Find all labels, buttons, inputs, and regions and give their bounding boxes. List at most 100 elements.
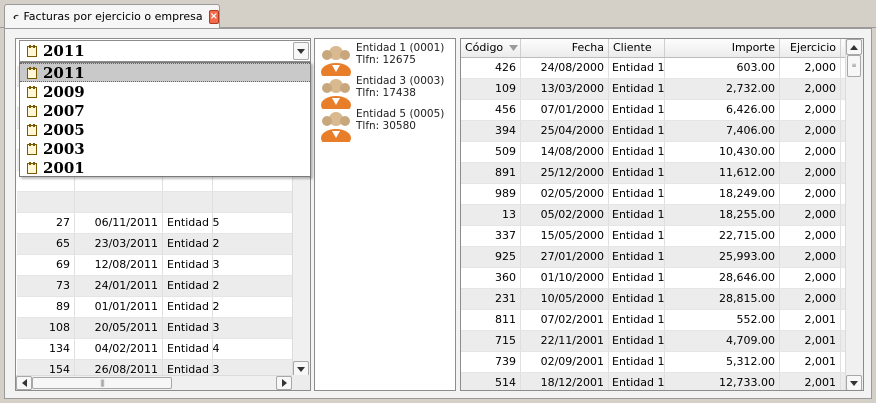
table-cell: 25,993.00 xyxy=(665,247,780,267)
year-icon xyxy=(27,45,37,57)
table-cell: 509 xyxy=(461,142,521,162)
table-row[interactable]: 65 23/03/2011 Entidad 2 xyxy=(17,234,292,255)
table-cell: 2,732.00 xyxy=(665,79,780,99)
table-cell: Entidad 1 xyxy=(609,352,665,372)
year-option[interactable]: 2007 xyxy=(20,101,310,120)
table-cell: 925 xyxy=(461,247,521,267)
table-row[interactable]: 456 07/01/2000 Entidad 1 6,426.00 2,000 xyxy=(461,100,845,121)
scroll-corner xyxy=(292,375,310,390)
table-row[interactable]: 514 18/12/2001 Entidad 1 12,733.00 2,001 xyxy=(461,373,845,390)
table-cell: 18,255.00 xyxy=(665,205,780,225)
table-cell: 25/12/2000 xyxy=(521,163,609,183)
table-cell: 2,001 xyxy=(780,352,841,372)
year-option[interactable]: 2001 xyxy=(20,158,310,177)
table-row[interactable]: 337 15/05/2000 Entidad 1 22,715.00 2,000 xyxy=(461,226,845,247)
chevron-up-icon xyxy=(850,44,858,50)
client-phone: Tlfn: 30580 xyxy=(356,120,416,132)
table-cell: 2,000 xyxy=(780,100,841,120)
table-row[interactable]: 73 24/01/2011 Entidad 2 xyxy=(17,276,292,297)
column-header-codigo[interactable]: Código xyxy=(461,39,521,57)
vertical-scroll-thumb[interactable]: ≡ xyxy=(847,55,861,77)
table-row[interactable]: 426 24/08/2000 Entidad 1 603.00 2,000 xyxy=(461,58,845,79)
table-row[interactable]: 231 10/05/2000 Entidad 1 28,815.00 2,000 xyxy=(461,289,845,310)
scroll-up-button[interactable] xyxy=(846,39,862,55)
tab-title: Facturas por ejercicio o empresa xyxy=(23,10,203,23)
client-item[interactable]: Entidad 3 (0003) Tlfn: 17438 xyxy=(319,75,444,109)
table-cell: 22,715.00 xyxy=(665,226,780,246)
chevron-right-icon xyxy=(281,379,287,387)
table-cell: 2,000 xyxy=(780,121,841,141)
table-cell: 552.00 xyxy=(665,310,780,330)
table-row[interactable]: 69 12/08/2011 Entidad 3 xyxy=(17,255,292,276)
table-cell: 715 xyxy=(461,331,521,351)
table-cell: 02/09/2001 xyxy=(521,352,609,372)
table-cell: 24/08/2000 xyxy=(521,58,609,78)
table-row[interactable]: 394 25/04/2000 Entidad 1 7,406.00 2,000 xyxy=(461,121,845,142)
client-name: Entidad 5 (0005) xyxy=(356,108,445,120)
table-cell: Entidad 1 xyxy=(609,100,665,120)
column-header-cliente[interactable]: Cliente xyxy=(609,39,665,57)
client-item[interactable]: Entidad 1 (0001) Tlfn: 12675 xyxy=(319,42,444,76)
table-cell: 2,000 xyxy=(780,163,841,183)
table-row[interactable]: 989 02/05/2000 Entidad 1 18,249.00 2,000 xyxy=(461,184,845,205)
table-row[interactable]: 108 20/05/2011 Entidad 3 xyxy=(17,318,292,339)
horizontal-scroll-thumb[interactable]: ||| xyxy=(32,377,172,389)
sort-descending-icon xyxy=(509,45,519,51)
table-row[interactable]: 134 04/02/2011 Entidad 4 xyxy=(17,339,292,360)
table-cell: 2,000 xyxy=(780,268,841,288)
table-cell: 28,815.00 xyxy=(665,289,780,309)
year-option[interactable]: 2009 xyxy=(20,82,310,101)
app-icon xyxy=(13,14,20,19)
client-name: Entidad 3 (0003) xyxy=(356,75,445,87)
table-cell: 2,000 xyxy=(780,289,841,309)
combo-dropdown-button[interactable] xyxy=(293,42,309,60)
table-row[interactable]: 89 01/01/2011 Entidad 2 xyxy=(17,297,292,318)
table-cell: 4,709.00 xyxy=(665,331,780,351)
client-phone: Tlfn: 12675 xyxy=(356,54,416,66)
table-cell: 11,612.00 xyxy=(665,163,780,183)
table-cell: 394 xyxy=(461,121,521,141)
close-icon[interactable]: × xyxy=(208,9,219,24)
table-row[interactable]: 891 25/12/2000 Entidad 1 11,612.00 2,000 xyxy=(461,163,845,184)
table-row[interactable]: 739 02/09/2001 Entidad 1 5,312.00 2,001 xyxy=(461,352,845,373)
year-combo[interactable]: 2011 xyxy=(19,40,311,62)
table-cell: Entidad 1 xyxy=(609,247,665,267)
year-option[interactable]: 2005 xyxy=(20,120,310,139)
year-combo-value: 2011 xyxy=(43,42,85,60)
year-icon xyxy=(27,104,37,117)
year-option[interactable]: 2003 xyxy=(20,139,310,158)
table-row[interactable]: 13 05/02/2000 Entidad 1 18,255.00 2,000 xyxy=(461,205,845,226)
column-header-importe[interactable]: Importe xyxy=(665,39,780,57)
table-row[interactable]: 109 13/03/2000 Entidad 1 2,732.00 2,000 xyxy=(461,79,845,100)
year-option[interactable]: 2011 xyxy=(20,63,310,82)
user-avatar-icon xyxy=(321,46,351,76)
table-row[interactable] xyxy=(17,192,292,213)
invoices-vertical-scrollbar[interactable]: ≡ xyxy=(845,39,863,390)
column-header-fecha[interactable]: Fecha xyxy=(521,39,609,57)
chevron-down-icon xyxy=(297,366,305,372)
table-cell: 18,249.00 xyxy=(665,184,780,204)
table-cell: 27/01/2000 xyxy=(521,247,609,267)
table-row[interactable]: 925 27/01/2000 Entidad 1 25,993.00 2,000 xyxy=(461,247,845,268)
table-cell: 25/04/2000 xyxy=(521,121,609,141)
table-cell: 231 xyxy=(461,289,521,309)
table-row[interactable]: 27 06/11/2011 Entidad 5 xyxy=(17,213,292,234)
scroll-right-button[interactable] xyxy=(276,376,292,390)
table-row[interactable]: 360 01/10/2000 Entidad 1 28,646.00 2,000 xyxy=(461,268,845,289)
table-row[interactable]: 509 14/08/2000 Entidad 1 10,430.00 2,000 xyxy=(461,142,845,163)
tab-facturas[interactable]: Facturas por ejercicio o empresa × xyxy=(4,4,220,28)
table-cell: 02/05/2000 xyxy=(521,184,609,204)
table-cell: Entidad 1 xyxy=(609,226,665,246)
table-cell: 2,000 xyxy=(780,247,841,267)
invoices-table-header: Código Fecha Cliente Importe Ejercicio xyxy=(461,39,845,58)
table-row[interactable]: 811 07/02/2001 Entidad 1 552.00 2,001 xyxy=(461,310,845,331)
client-name: Entidad 1 (0001) xyxy=(356,42,445,54)
scroll-down-button[interactable] xyxy=(846,375,862,390)
scroll-left-button[interactable] xyxy=(16,376,32,390)
user-avatar-icon xyxy=(321,79,351,109)
table-row[interactable]: 715 22/11/2001 Entidad 1 4,709.00 2,001 xyxy=(461,331,845,352)
column-header-ejercicio[interactable]: Ejercicio xyxy=(780,39,841,57)
left-horizontal-scrollbar[interactable]: ||| xyxy=(16,375,292,390)
table-cell: 5,312.00 xyxy=(665,352,780,372)
client-item[interactable]: Entidad 5 (0005) Tlfn: 30580 xyxy=(319,108,444,142)
